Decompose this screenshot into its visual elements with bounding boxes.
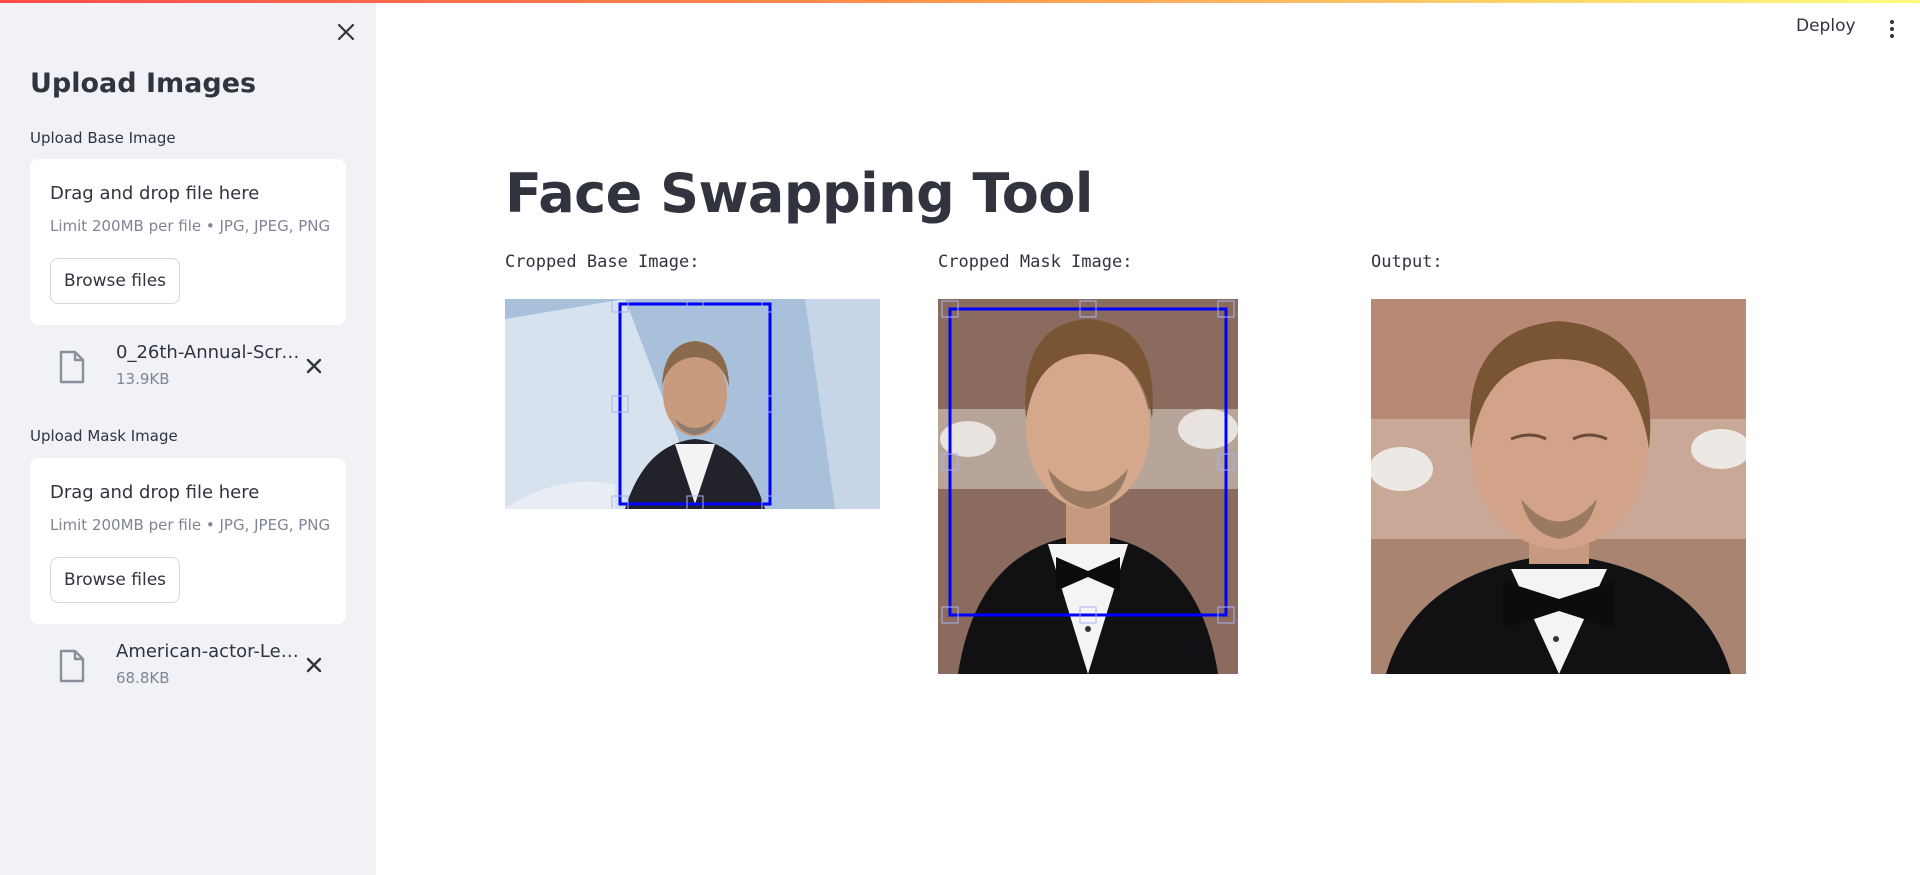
base-uploaded-file: 0_26th-Annual-Screen-Actors-Guild-Awards… bbox=[30, 340, 346, 396]
sidebar-title: Upload Images bbox=[30, 68, 257, 99]
file-icon bbox=[59, 649, 85, 683]
close-icon bbox=[306, 358, 322, 374]
output-caption: Output: bbox=[1371, 252, 1443, 272]
close-icon bbox=[306, 657, 322, 673]
top-decoration-bar bbox=[0, 0, 1920, 3]
file-size: 68.8KB bbox=[116, 669, 170, 687]
file-icon bbox=[59, 350, 85, 384]
main-menu-button[interactable] bbox=[1882, 18, 1902, 42]
mask-dropzone[interactable]: Drag and drop file here Limit 200MB per … bbox=[30, 458, 346, 624]
close-icon bbox=[337, 23, 355, 41]
mask-uploaded-file: American-actor-Leonardo-DiCaprio 68.8KB bbox=[30, 639, 346, 695]
sidebar-close-button[interactable] bbox=[334, 20, 358, 44]
base-image bbox=[505, 299, 880, 509]
output-image bbox=[1371, 299, 1746, 674]
remove-file-button[interactable] bbox=[302, 354, 326, 378]
base-image-caption: Cropped Base Image: bbox=[505, 252, 700, 272]
dropzone-title: Drag and drop file here bbox=[50, 183, 260, 204]
file-size: 13.9KB bbox=[116, 370, 170, 388]
dropzone-limit: Limit 200MB per file • JPG, JPEG, PNG bbox=[50, 217, 331, 235]
file-name: American-actor-Leonardo-DiCaprio bbox=[116, 641, 302, 662]
sidebar: Upload Images Upload Base Image Drag and… bbox=[0, 0, 376, 875]
mask-image bbox=[938, 299, 1238, 674]
mask-browse-button[interactable]: Browse files bbox=[50, 557, 180, 603]
remove-file-button[interactable] bbox=[302, 653, 326, 677]
mask-upload-label: Upload Mask Image bbox=[30, 427, 178, 445]
mask-image-caption: Cropped Mask Image: bbox=[938, 252, 1133, 272]
dropzone-title: Drag and drop file here bbox=[50, 482, 260, 503]
dropzone-limit: Limit 200MB per file • JPG, JPEG, PNG bbox=[50, 516, 331, 534]
base-browse-button[interactable]: Browse files bbox=[50, 258, 180, 304]
deploy-button[interactable]: Deploy bbox=[1796, 16, 1856, 36]
kebab-menu-icon bbox=[1882, 20, 1902, 38]
base-upload-label: Upload Base Image bbox=[30, 129, 176, 147]
page-title: Face Swapping Tool bbox=[505, 162, 1093, 225]
base-dropzone[interactable]: Drag and drop file here Limit 200MB per … bbox=[30, 159, 346, 325]
file-name: 0_26th-Annual-Screen-Actors-Guild-Awards bbox=[116, 342, 302, 363]
